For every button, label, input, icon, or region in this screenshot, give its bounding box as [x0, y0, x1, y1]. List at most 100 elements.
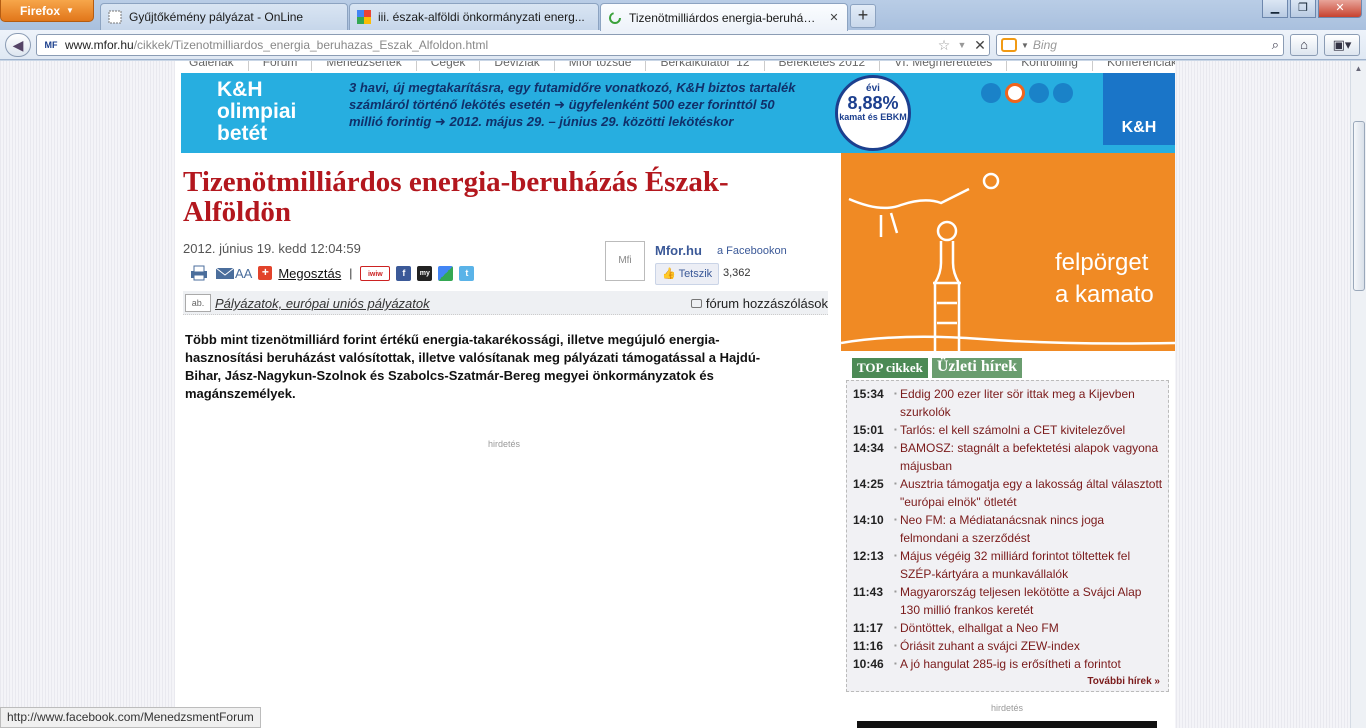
stop-icon[interactable]: ✕	[971, 37, 989, 54]
url-text[interactable]: www.mfor.hu/cikkek/Tizenotmilliardos_ene…	[63, 38, 935, 52]
topnav-item[interactable]: Mfor tőzsde	[555, 61, 647, 71]
site-identity-badge[interactable]: MF	[39, 40, 63, 50]
browser-tab[interactable]: iii. észak-alföldi önkormányzati energ..…	[349, 3, 599, 30]
topnav-item[interactable]: Deviziák	[480, 61, 555, 71]
search-icon[interactable]: ⌕	[1272, 37, 1279, 53]
carousel-dots[interactable]	[981, 83, 1073, 103]
address-bar[interactable]: MF www.mfor.hu/cikkek/Tizenotmilliardos_…	[36, 34, 990, 56]
bing-logo-icon[interactable]	[1001, 38, 1017, 52]
news-items: 15:34 ▪ Eddig 200 ezer liter sör ittak meg…	[851, 385, 1164, 673]
news-item[interactable]: 15:34 ▪ Eddig 200 ezer liter sör ittak meg…	[851, 385, 1164, 421]
mfor-logo[interactable]: Mfi	[605, 241, 645, 281]
home-button[interactable]: ⌂	[1290, 34, 1318, 56]
topnav-item[interactable]: Konferenciák	[1093, 61, 1175, 71]
facebook-page-name[interactable]: Mfor.hu	[655, 243, 702, 258]
sidebar-ad-line: felpörget	[1055, 249, 1149, 276]
close-window-button[interactable]: ✕	[1318, 0, 1362, 18]
news-item[interactable]: 11:43 ▪ Magyarország teljesen lekötötte a …	[851, 583, 1164, 619]
scroll-up-icon[interactable]: ▲	[1351, 61, 1366, 77]
news-time: 10:46	[853, 657, 884, 671]
carousel-dot[interactable]	[981, 83, 1001, 103]
sidebar-ad[interactable]: felpörget a kamato	[841, 153, 1175, 351]
ad-label: hirdetés	[488, 439, 521, 449]
facebook-icon[interactable]: f	[396, 265, 412, 281]
topnav-item[interactable]: Befektetés 2012	[765, 61, 881, 71]
iwiw-icon[interactable]: iwiw	[360, 265, 391, 281]
tab-title: Gyűjtőkémény pályázat - OnLine	[129, 10, 304, 24]
print-icon[interactable]	[189, 265, 209, 281]
topnav-item[interactable]: Galériák	[175, 61, 249, 71]
news-title-link[interactable]: Döntöttek, elhallgat a Neo FM	[900, 619, 1164, 637]
bottom-ad[interactable]	[857, 721, 1157, 728]
bookmark-star-icon[interactable]: ☆	[935, 37, 953, 54]
news-item[interactable]: 14:34 ▪ BAMOSZ: stagnált a befektetési ala…	[851, 439, 1164, 475]
tab-top-articles[interactable]: TOP cikkek	[852, 358, 928, 378]
myspace-icon[interactable]: my	[417, 265, 433, 281]
carousel-dot[interactable]	[1053, 83, 1073, 103]
facebook-suffix[interactable]: a Facebookon	[717, 245, 787, 257]
topnav-item[interactable]: Fórum	[249, 61, 313, 71]
banner-ad[interactable]: K&H olimpiai betét 3 havi, új megtakarít…	[181, 73, 1175, 153]
page-icon	[107, 9, 123, 25]
news-item[interactable]: 10:46 ▪ A jó hangulat 285-ig is erősítheti…	[851, 655, 1164, 673]
carousel-dot-active[interactable]	[1005, 83, 1025, 103]
news-title-link[interactable]: Magyarország teljesen lekötötte a Svájci…	[900, 583, 1164, 619]
twitter-icon[interactable]: t	[459, 265, 475, 281]
minimize-button[interactable]: ▁	[1262, 0, 1288, 18]
news-tabs: TOP cikkek Üzleti hírek	[852, 358, 1023, 378]
topnav-item[interactable]: Bérkalkulátor '12	[646, 61, 765, 71]
browser-tab-active[interactable]: Tizenötmilliárdos energia-beruházás ... …	[600, 3, 848, 31]
topnav-item[interactable]: Kontrolling	[1007, 61, 1093, 71]
scroll-thumb[interactable]	[1353, 121, 1365, 291]
topnav-item[interactable]: Cégek	[417, 61, 481, 71]
share-link[interactable]: Megosztás	[278, 266, 341, 281]
history-dropdown-icon[interactable]: ▼	[953, 40, 971, 50]
page-container: Galériák Fórum Menedzsertek Cégek Deviziák Mf…	[175, 61, 1175, 728]
news-item[interactable]: 12:13 ▪ Május végéig 32 milliárd forintot …	[851, 547, 1164, 583]
share-plus-icon[interactable]: +	[258, 266, 273, 280]
facebook-like-button[interactable]: 👍 Tetszik	[655, 263, 720, 285]
news-title-link[interactable]: Óriásit zuhant a svájci ZEW-index	[900, 637, 1164, 655]
news-item[interactable]: 14:10 ▪ Neo FM: a Médiatanácsnak nincs jog…	[851, 511, 1164, 547]
news-list: 15:34 ▪ Eddig 200 ezer liter sör ittak meg…	[846, 380, 1169, 692]
news-time: 12:13	[853, 549, 884, 563]
browser-tab[interactable]: Gyűjtőkémény pályázat - OnLine	[100, 3, 348, 30]
news-title-link[interactable]: Ausztria támogatja egy a lakosság által …	[900, 475, 1164, 511]
topnav-item[interactable]: VI. Megmérettetés	[880, 61, 1008, 71]
sidebar-ad-text: felpörget a kamato	[1055, 247, 1154, 311]
font-size-toggle[interactable]: AA	[235, 266, 252, 281]
search-input[interactable]: Bing	[1033, 38, 1268, 52]
close-tab-icon[interactable]: ✕	[827, 11, 841, 24]
news-title-link[interactable]: Május végéig 32 milliárd forintot töltet…	[900, 547, 1164, 583]
news-item[interactable]: 15:01 ▪ Tarlós: el kell számolni a CET kiv…	[851, 421, 1164, 439]
category-badge-icon: ab.	[185, 294, 211, 312]
news-time: 11:16	[853, 639, 884, 653]
vertical-scrollbar[interactable]: ▲	[1350, 61, 1366, 728]
email-icon[interactable]	[215, 265, 235, 281]
category-link[interactable]: Pályázatok, európai uniós pályázatok	[215, 296, 430, 311]
news-title-link[interactable]: Eddig 200 ezer liter sör ittak meg a Kij…	[900, 385, 1164, 421]
search-engine-dropdown-icon[interactable]: ▼	[1021, 41, 1029, 50]
back-button[interactable]: ◀	[5, 33, 31, 57]
news-item[interactable]: 11:17 ▪ Döntöttek, elhallgat a Neo FM	[851, 619, 1164, 637]
search-bar[interactable]: ▼ Bing ⌕	[996, 34, 1284, 56]
firefox-menu-button[interactable]: Firefox ▼	[0, 0, 94, 22]
maximize-button[interactable]: ❐	[1290, 0, 1316, 18]
bookmarks-button[interactable]: ▣▾	[1324, 34, 1360, 56]
news-title-link[interactable]: BAMOSZ: stagnált a befektetési alapok va…	[900, 439, 1164, 475]
topnav-item[interactable]: Menedzsertek	[312, 61, 417, 71]
new-tab-button[interactable]: +	[850, 4, 876, 28]
news-title-link[interactable]: Neo FM: a Médiatanácsnak nincs joga felm…	[900, 511, 1164, 547]
carousel-dot[interactable]	[1029, 83, 1049, 103]
news-item[interactable]: 11:16 ▪ Óriásit zuhant a svájci ZEW-index	[851, 637, 1164, 655]
news-title-link[interactable]: A jó hangulat 285-ig is erősítheti a for…	[900, 655, 1164, 673]
forum-comments-link[interactable]: fórum hozzászólások	[690, 296, 828, 311]
rate-value: 8,88%	[847, 93, 899, 113]
google-icon[interactable]	[438, 265, 454, 281]
tab-business-news[interactable]: Üzleti hírek	[931, 358, 1023, 378]
tab-title: Tizenötmilliárdos energia-beruházás ...	[629, 10, 821, 25]
more-news-link[interactable]: További hírek »	[1087, 676, 1160, 687]
news-title-link[interactable]: Tarlós: el kell számolni a CET kivitelez…	[900, 421, 1164, 439]
news-time: 11:17	[853, 621, 884, 635]
news-item[interactable]: 14:25 ▪ Ausztria támogatja egy a lakosság …	[851, 475, 1164, 511]
